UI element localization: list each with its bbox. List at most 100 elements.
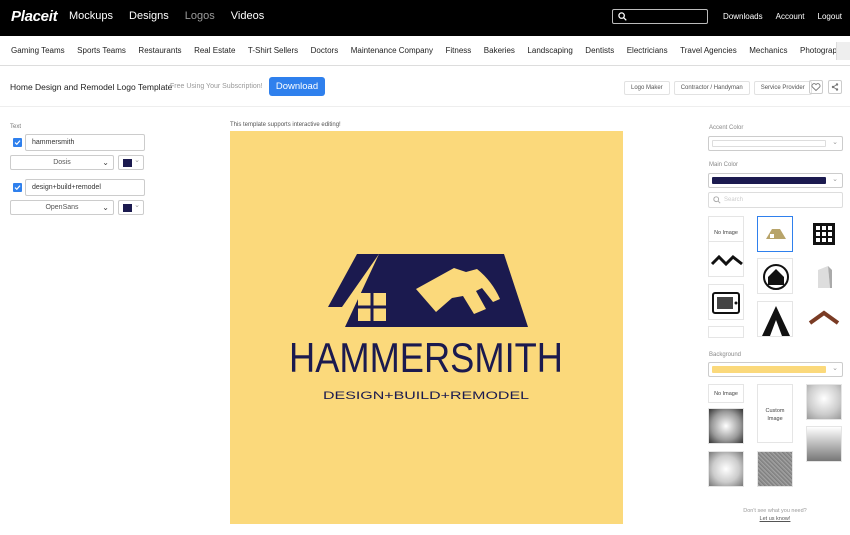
color-swatch — [123, 159, 132, 167]
graphic-search-placeholder: Search — [724, 197, 744, 203]
downloads-link[interactable]: Downloads — [723, 12, 763, 21]
background-color-select[interactable]: ⌄ — [708, 362, 843, 377]
category-item[interactable]: T-Shirt Sellers — [248, 46, 298, 55]
graphic-tile-roof-red[interactable] — [806, 301, 842, 337]
text-1-font-select[interactable]: Dosis ⌄ — [10, 155, 114, 170]
background-tile-soft-radial[interactable] — [708, 451, 744, 487]
check-icon — [14, 140, 21, 146]
background-tile-custom-image[interactable]: Custom Image — [757, 384, 793, 443]
roof-red-icon — [808, 310, 840, 325]
share-button[interactable] — [828, 80, 842, 94]
graphic-tile-tv[interactable] — [708, 284, 744, 320]
text-2-font-value: OpenSans — [45, 204, 79, 211]
subscription-note: Free Using Your Subscription! — [170, 83, 263, 90]
graphic-tile-partial[interactable] — [708, 326, 744, 338]
graphic-tile-emblem[interactable] — [757, 258, 793, 294]
graphic-search-input[interactable]: Search — [708, 192, 843, 208]
brand-name: HAMMERSMITH — [289, 334, 563, 381]
main-color-select[interactable]: ⌄ — [708, 173, 843, 188]
graphic-tile-letter-a[interactable] — [757, 301, 793, 337]
text-1-input[interactable]: hammersmith — [25, 134, 145, 151]
template-header: Home Design and Remodel Logo Template Fr… — [0, 67, 850, 107]
grid-squares-icon — [813, 223, 835, 245]
accent-color-select[interactable]: ⌄ — [708, 136, 843, 151]
download-button[interactable]: Download — [269, 77, 325, 96]
heart-icon — [811, 83, 821, 92]
tag-service-provider[interactable]: Service Provider — [753, 81, 812, 95]
account-links: Downloads Account Logout — [723, 12, 842, 21]
category-item[interactable]: Sports Teams — [77, 46, 126, 55]
logo-canvas[interactable]: HAMMERSMITH DESIGN+BUILD+REMODEL — [230, 131, 623, 524]
chevron-down-icon: ⌄ — [832, 139, 838, 146]
category-item[interactable]: Gaming Teams — [11, 46, 65, 55]
no-image-label: No Image — [714, 230, 738, 236]
text-2-input[interactable]: design+build+remodel — [25, 179, 145, 196]
bg-no-image-label: No Image — [714, 391, 738, 397]
graphic-tile-rooftops[interactable] — [708, 241, 744, 277]
footnote-text: Don't see what you need? — [743, 508, 807, 514]
graphic-tile-grid[interactable] — [806, 216, 842, 252]
category-item[interactable]: Real Estate — [194, 46, 235, 55]
nav-item-mockups[interactable]: Mockups — [69, 10, 113, 22]
tag-logo-maker[interactable]: Logo Maker — [624, 81, 670, 95]
logout-link[interactable]: Logout — [818, 12, 842, 21]
chevron-down-icon: ⌄ — [832, 176, 838, 183]
background-tile-light-radial[interactable] — [806, 384, 842, 420]
letter-a-icon — [762, 306, 790, 336]
category-item[interactable]: Restaurants — [138, 46, 181, 55]
background-label: Background — [709, 352, 742, 358]
site-logo[interactable]: Placeit — [11, 8, 58, 25]
search-icon — [618, 12, 627, 21]
category-item[interactable]: Dentists — [585, 46, 614, 55]
text-2-font-select[interactable]: OpenSans ⌄ — [10, 200, 114, 215]
category-item[interactable]: Maintenance Company — [351, 46, 433, 55]
custom-image-label: Custom Image — [765, 408, 785, 422]
background-color-swatch — [712, 366, 826, 373]
editing-note: This template supports interactive editi… — [230, 122, 341, 128]
let-us-know-link[interactable]: Let us know! — [735, 515, 815, 523]
tag-contractor[interactable]: Contractor / Handyman — [673, 81, 750, 95]
background-tile-texture[interactable] — [757, 451, 793, 487]
category-item[interactable]: Electricians — [627, 46, 668, 55]
category-item[interactable]: Landscaping — [527, 46, 572, 55]
text-2-color-select[interactable]: ⌄ — [118, 200, 144, 215]
search-input[interactable] — [612, 9, 708, 24]
graphic-tile-building[interactable] — [806, 258, 842, 294]
account-link[interactable]: Account — [776, 12, 805, 21]
category-item[interactable]: Bakeries — [484, 46, 515, 55]
logo-artwork: HAMMERSMITH DESIGN+BUILD+REMODEL — [289, 254, 563, 402]
background-tile-no-image[interactable]: No Image — [708, 384, 744, 403]
category-list: Gaming Teams Sports Teams Restaurants Real … — [11, 46, 850, 55]
category-item[interactable]: Mechanics — [749, 46, 787, 55]
main-nav: Mockups Designs Logos Videos — [69, 10, 264, 22]
page-title: Home Design and Remodel Logo Template — [10, 82, 173, 92]
category-item[interactable]: Doctors — [311, 46, 339, 55]
check-icon — [14, 185, 21, 191]
brand-tagline: DESIGN+BUILD+REMODEL — [323, 390, 529, 402]
text-1-color-select[interactable]: ⌄ — [118, 155, 144, 170]
request-footnote: Don't see what you need? Let us know! — [735, 507, 815, 523]
category-item[interactable]: Travel Agencies — [680, 46, 737, 55]
chevron-down-icon: ⌄ — [134, 157, 140, 164]
text-2-checkbox[interactable] — [13, 183, 22, 192]
main-color-swatch — [712, 177, 826, 184]
category-scroll-arrow[interactable] — [836, 42, 850, 60]
share-icon — [831, 83, 839, 91]
nav-item-logos[interactable]: Logos — [185, 10, 215, 22]
background-tile-gradient[interactable] — [806, 426, 842, 462]
category-bar: Gaming Teams Sports Teams Restaurants Real … — [0, 36, 850, 66]
text-1-checkbox[interactable] — [13, 138, 22, 147]
favorite-button[interactable] — [809, 80, 823, 94]
graphic-tile-house-hammer[interactable] — [757, 216, 793, 252]
chevron-down-icon: ⌄ — [134, 202, 140, 209]
main-color-label: Main Color — [709, 162, 739, 168]
text-row-2: design+build+remodel — [10, 179, 145, 196]
background-tile-dark-radial[interactable] — [708, 408, 744, 444]
chevron-down-icon: ⌄ — [832, 365, 838, 372]
accent-color-label: Accent Color — [709, 125, 744, 131]
nav-item-videos[interactable]: Videos — [231, 10, 264, 22]
tag-list: Logo Maker Contractor / Handyman Service… — [624, 81, 812, 95]
category-item[interactable]: Fitness — [446, 46, 472, 55]
nav-item-designs[interactable]: Designs — [129, 10, 169, 22]
chevron-down-icon: ⌄ — [102, 158, 109, 167]
